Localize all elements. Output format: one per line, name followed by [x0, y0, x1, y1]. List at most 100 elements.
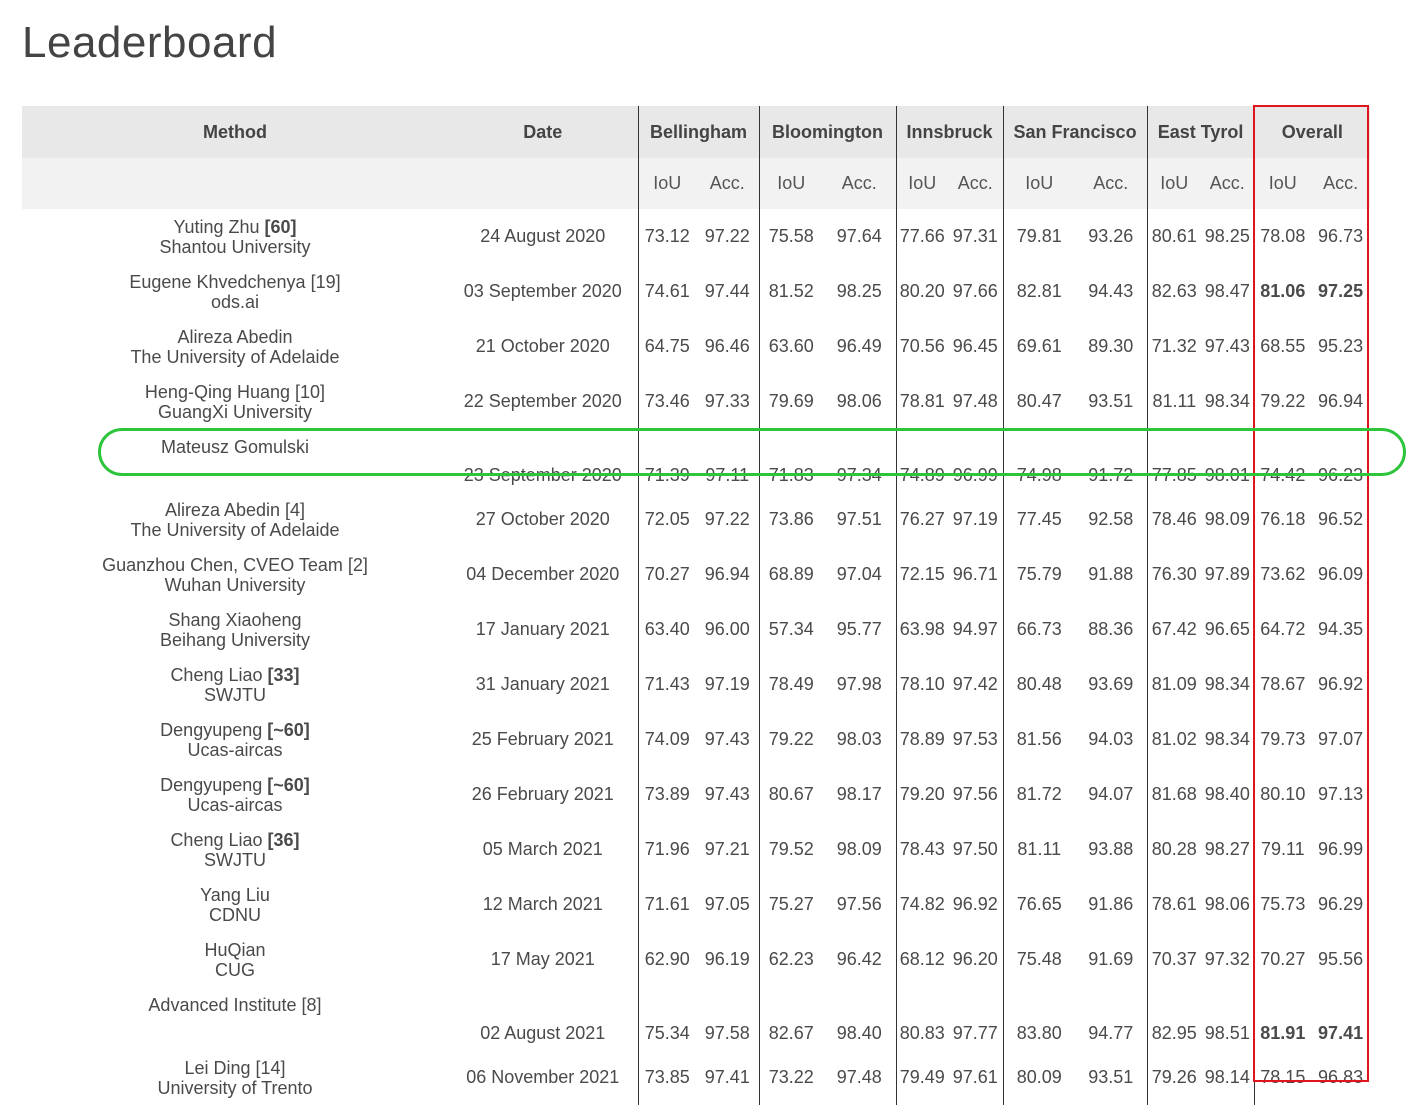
- iou-cell: 74.98: [1002, 429, 1076, 492]
- city-header-east-tyrol: East Tyrol: [1146, 106, 1255, 158]
- method-cell: Guanzhou Chen, CVEO Team [2] Wuhan Univer…: [22, 547, 448, 602]
- method-reference: [~60]: [267, 774, 310, 795]
- iou-cell: 73.22: [758, 1050, 824, 1105]
- acc-cell: 98.34: [1204, 729, 1250, 749]
- iou-cell: 81.06: [1253, 264, 1312, 319]
- table-row: Dengyupeng [~60] Ucas-aircas 25 February 2…: [22, 712, 1370, 767]
- method-name-line: Mateusz Gomulski: [22, 437, 448, 457]
- iou-cell: 82.67: [758, 987, 824, 1050]
- table-row: Dengyupeng [~60] Ucas-aircas 26 February 2…: [22, 767, 1370, 822]
- iou-cell: 73.86: [758, 492, 824, 547]
- acc-cell: 97.41: [1318, 1023, 1364, 1043]
- acc-cell: 97.32: [1204, 949, 1250, 969]
- city-header-bloomington: Bloomington: [758, 106, 897, 158]
- method-reference: [60]: [264, 216, 297, 237]
- iou-subheader: IoU: [1002, 158, 1076, 209]
- iou-cell: 75.48: [1002, 932, 1076, 987]
- acc-cell: 96.92: [952, 894, 998, 914]
- acc-cell: 98.34: [1204, 674, 1250, 694]
- acc-cell: 97.42: [952, 674, 998, 694]
- acc-cell: 98.40: [836, 1023, 882, 1043]
- iou-cell: 68.12: [895, 932, 949, 987]
- method-cell: Alireza Abedin [4] The University of Adel…: [22, 492, 448, 547]
- acc-cell: 97.48: [952, 391, 998, 411]
- acc-cell: 94.07: [1088, 784, 1134, 804]
- acc-cell: 96.94: [704, 564, 750, 584]
- iou-cell: 75.58: [758, 209, 824, 264]
- acc-cell: 96.94: [1318, 391, 1364, 411]
- iou-cell: 79.22: [1253, 374, 1312, 429]
- iou-cell: 78.46: [1146, 492, 1202, 547]
- acc-cell: 97.33: [704, 391, 750, 411]
- acc-subheader: Acc.: [823, 158, 897, 209]
- method-name-line: Shang Xiaoheng: [22, 610, 448, 630]
- acc-cell: 95.56: [1318, 949, 1364, 969]
- iou-cell: 75.79: [1002, 547, 1076, 602]
- acc-cell: 96.49: [836, 336, 882, 356]
- acc-cell: 97.61: [952, 1067, 998, 1087]
- method-cell: Advanced Institute [8]: [22, 987, 448, 1050]
- acc-cell: 96.73: [1318, 226, 1364, 246]
- iou-subheader: IoU: [895, 158, 949, 209]
- iou-cell: 81.91: [1253, 987, 1312, 1050]
- leaderboard-table: Method Date Bellingham Bloomington Innsb…: [22, 106, 1371, 1105]
- acc-cell: 93.51: [1088, 1067, 1134, 1087]
- acc-cell: 98.25: [836, 281, 882, 301]
- acc-cell: 96.45: [952, 336, 998, 356]
- acc-cell: 91.86: [1088, 894, 1134, 914]
- method-name-line: Yang Liu: [22, 885, 448, 905]
- iou-cell: 78.10: [895, 657, 949, 712]
- iou-cell: 71.32: [1146, 319, 1202, 374]
- iou-cell: 70.27: [1253, 932, 1312, 987]
- acc-cell: 91.72: [1088, 465, 1134, 485]
- method-cell: Shang Xiaoheng Beihang University: [22, 602, 448, 657]
- iou-cell: 82.81: [1002, 264, 1076, 319]
- acc-cell: 97.34: [836, 465, 882, 485]
- method-organization: SWJTU: [204, 849, 266, 870]
- iou-cell: 57.34: [758, 602, 824, 657]
- acc-cell: 98.06: [836, 391, 882, 411]
- acc-subheader: Acc.: [948, 158, 1004, 209]
- method-cell: HuQian CUG: [22, 932, 448, 987]
- method-reference: [33]: [267, 664, 300, 685]
- iou-cell: 66.73: [1002, 602, 1076, 657]
- date-cell: 04 December 2020: [466, 564, 620, 584]
- acc-cell: 97.58: [704, 1023, 750, 1043]
- acc-cell: 97.31: [952, 226, 998, 246]
- iou-cell: 70.27: [637, 547, 696, 602]
- method-name-line: Cheng Liao [33]: [22, 665, 448, 685]
- iou-cell: 70.37: [1146, 932, 1202, 987]
- acc-cell: 96.19: [704, 949, 750, 969]
- method-name: Mateusz Gomulski: [160, 437, 310, 457]
- acc-cell: 96.00: [704, 619, 750, 639]
- date-cell: 02 August 2021: [480, 1023, 606, 1043]
- method-reference: [2]: [347, 554, 368, 575]
- iou-cell: 82.95: [1146, 987, 1202, 1050]
- iou-cell: 71.83: [758, 429, 824, 492]
- acc-cell: 97.43: [704, 729, 750, 749]
- acc-cell: 96.92: [1318, 674, 1364, 694]
- acc-cell: 97.77: [952, 1023, 998, 1043]
- acc-cell: 98.09: [1204, 509, 1250, 529]
- method-name-line: Yuting Zhu [60]: [22, 217, 448, 237]
- iou-cell: 71.61: [637, 877, 696, 932]
- iou-cell: 68.89: [758, 547, 824, 602]
- iou-cell: 63.98: [895, 602, 949, 657]
- date-cell: 25 February 2021: [471, 729, 614, 749]
- iou-cell: 80.09: [1002, 1050, 1076, 1105]
- table-row: Lei Ding [14] University of Trento 06 Nove…: [22, 1050, 1370, 1105]
- iou-cell: 62.23: [758, 932, 824, 987]
- method-name: Yuting Zhu: [173, 216, 260, 237]
- method-name-line: Eugene Khvedchenya [19]: [22, 272, 448, 292]
- acc-cell: 97.41: [704, 1067, 750, 1087]
- date-cell: 31 January 2021: [475, 674, 610, 694]
- iou-cell: 81.72: [1002, 767, 1076, 822]
- method-name: Dengyupeng: [160, 719, 263, 740]
- acc-cell: 95.23: [1318, 336, 1364, 356]
- method-name: Eugene Khvedchenya: [129, 271, 306, 292]
- method-name: Yang Liu: [200, 884, 270, 905]
- method-cell: Yuting Zhu [60] Shantou University: [22, 209, 448, 264]
- method-name-line: HuQian: [22, 940, 448, 960]
- date-cell: 17 January 2021: [475, 619, 610, 639]
- iou-cell: 74.09: [637, 712, 696, 767]
